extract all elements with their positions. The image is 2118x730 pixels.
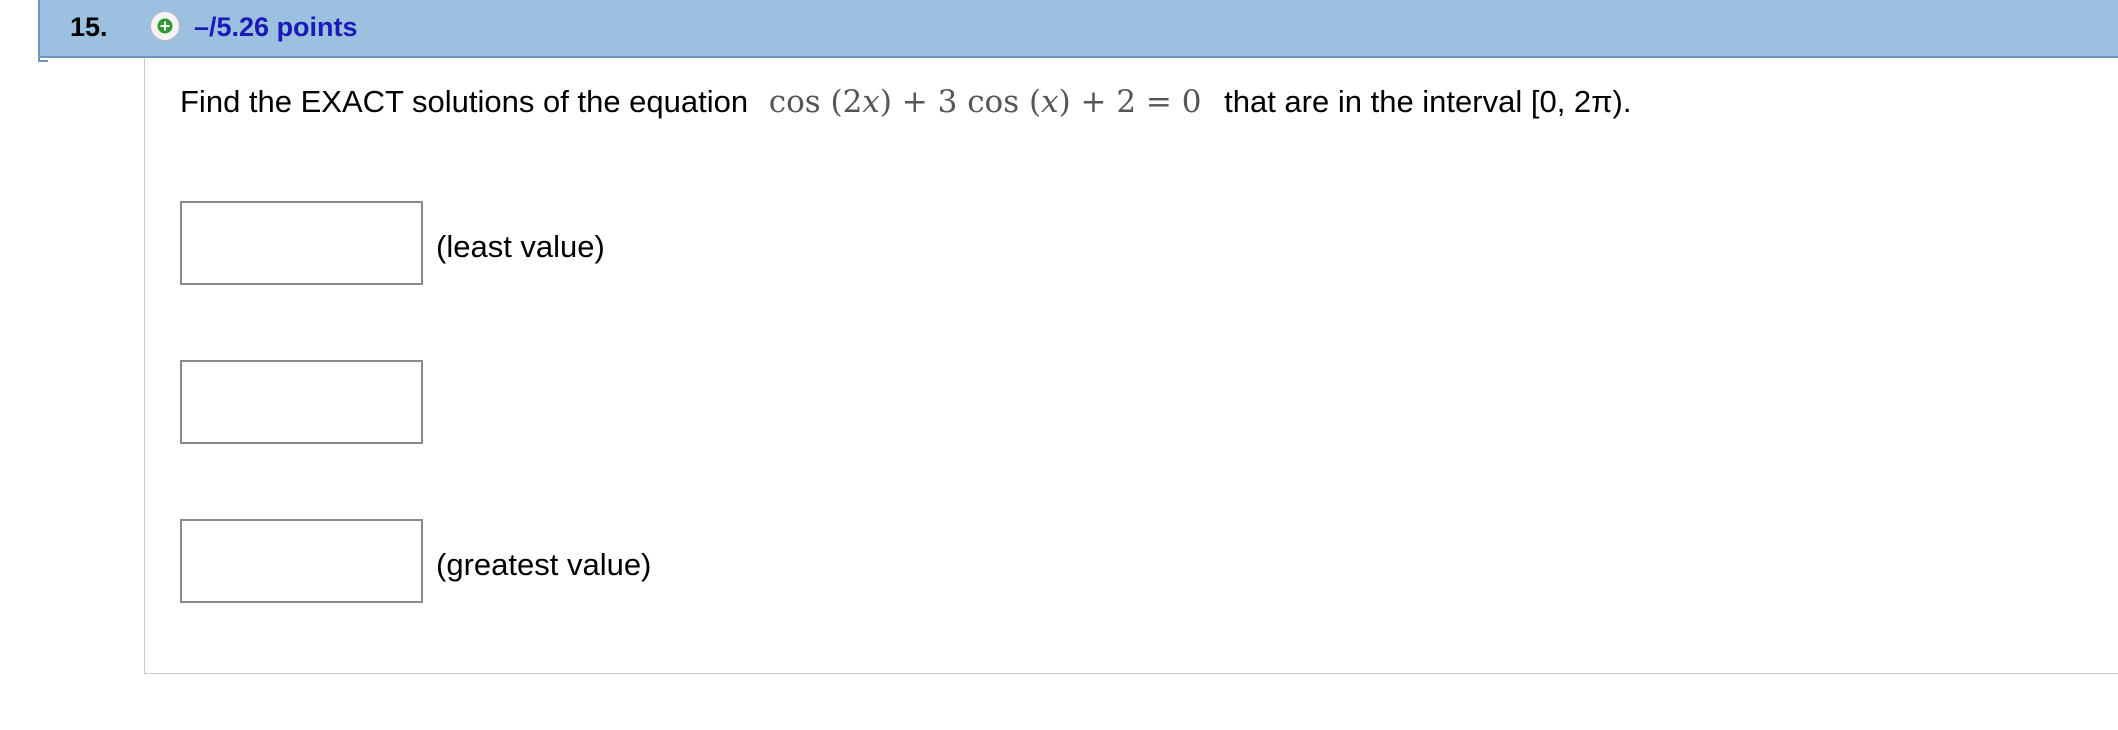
header-corner-decoration	[38, 52, 48, 62]
answer-input-middle[interactable]	[180, 360, 423, 444]
question-header-bar: 15. –/5.26 points	[38, 0, 2118, 58]
answer-input-greatest[interactable]	[180, 519, 423, 603]
plus-icon	[157, 18, 173, 34]
points-link[interactable]: –/5.26 points	[194, 12, 358, 42]
answer-label-greatest: (greatest value)	[436, 547, 652, 582]
question-number: 15.	[70, 12, 108, 42]
plus-circle-icon[interactable]	[150, 11, 180, 41]
answer-label-least: (least value)	[436, 229, 605, 264]
equation: cos (2x) + 3 cos (x) + 2 = 0	[768, 84, 1202, 120]
answer-input-least[interactable]	[180, 201, 423, 285]
question-prefix: Find the EXACT solutions of the equation	[180, 84, 749, 119]
question-suffix: that are in the interval [0, 2π).	[1224, 84, 1632, 119]
question-text: Find the EXACT solutions of the equation…	[180, 82, 1631, 122]
